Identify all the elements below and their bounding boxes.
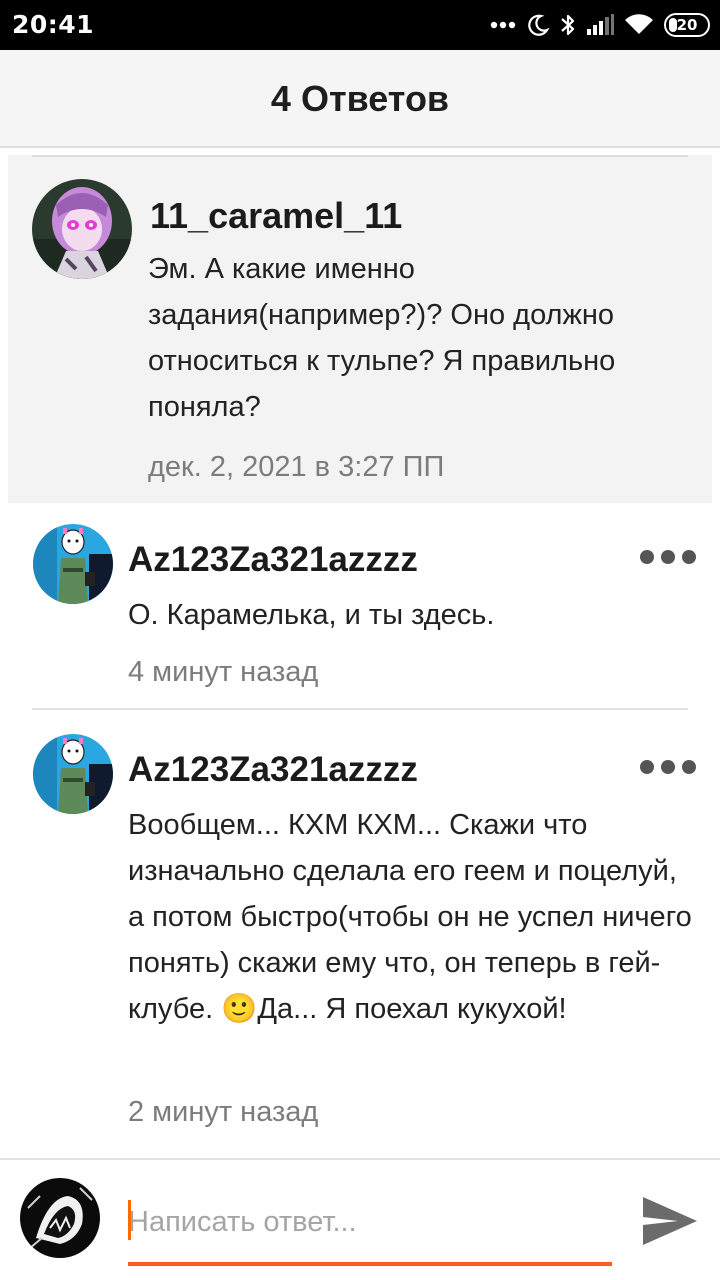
reply-timestamp: 2 минут назад	[128, 1096, 319, 1128]
comment-username[interactable]: 11_caramel_11	[150, 195, 402, 237]
current-user-avatar[interactable]	[20, 1178, 100, 1258]
app-screen: 20:41 20 4 Ответов 11_caramel_11 Эм. А к…	[0, 0, 720, 1280]
battery-level: 20	[676, 16, 698, 34]
more-dots-icon	[490, 21, 516, 29]
comment-timestamp: дек. 2, 2021 в 3:27 ПП	[148, 451, 445, 483]
reply-text: Вообщем... КХМ КХМ... Скажи что изначаль…	[128, 809, 692, 1025]
send-button[interactable]	[640, 1194, 700, 1248]
reply-input[interactable]	[128, 1196, 612, 1248]
reply-text: О. Карамелька, и ты здесь.	[128, 599, 495, 631]
bluetooth-icon	[561, 14, 575, 36]
more-options-button[interactable]	[640, 545, 696, 569]
divider	[32, 155, 688, 157]
battery-icon: 20	[664, 13, 710, 37]
header: 4 Ответов	[0, 50, 720, 148]
avatar[interactable]	[33, 734, 113, 814]
reply-username[interactable]: Az123Za321azzzz	[128, 750, 418, 790]
avatar[interactable]	[32, 179, 132, 279]
page-title: 4 Ответов	[270, 78, 450, 119]
moon-icon	[528, 14, 550, 36]
signal-icon	[587, 14, 614, 35]
parent-comment[interactable]: 11_caramel_11 Эм. А какие именно задания…	[8, 155, 712, 503]
send-icon	[643, 1197, 697, 1245]
input-underline	[128, 1262, 612, 1266]
status-time: 20:41	[12, 10, 95, 39]
comment-text: Эм. А какие именно задания(например?)? О…	[148, 253, 616, 423]
reply-username[interactable]: Az123Za321azzzz	[128, 540, 418, 580]
more-options-button[interactable]	[640, 755, 696, 779]
avatar[interactable]	[33, 524, 113, 604]
text-cursor	[128, 1200, 131, 1240]
reply-input-bar	[0, 1158, 720, 1280]
reply-timestamp: 4 минут назад	[128, 656, 319, 688]
wifi-icon	[625, 14, 653, 34]
divider	[32, 708, 688, 710]
status-icons: 20	[490, 8, 710, 42]
status-bar: 20:41 20	[0, 0, 720, 50]
